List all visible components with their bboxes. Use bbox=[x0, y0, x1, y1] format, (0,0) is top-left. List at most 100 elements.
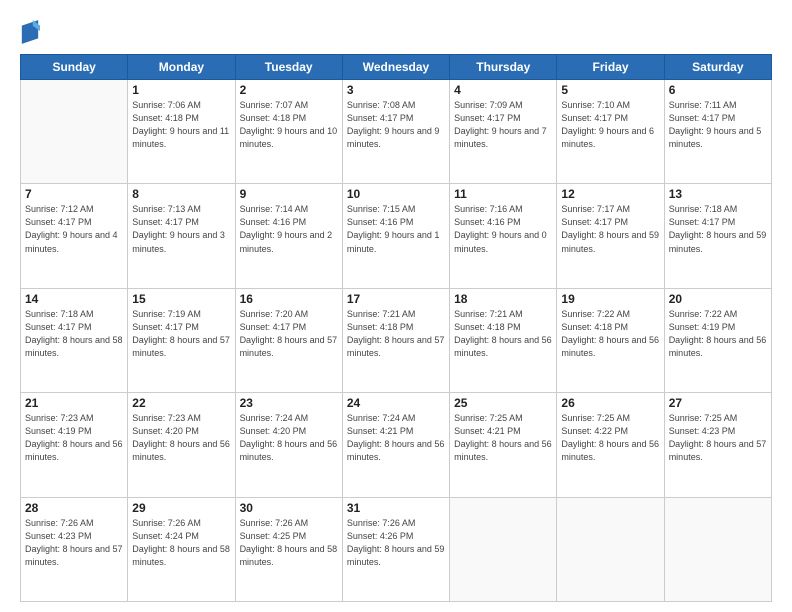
day-number: 6 bbox=[669, 83, 767, 97]
calendar-cell: 30 Sunrise: 7:26 AMSunset: 4:25 PMDayligh… bbox=[235, 497, 342, 601]
day-number: 5 bbox=[561, 83, 659, 97]
cell-info: Sunrise: 7:10 AMSunset: 4:17 PMDaylight:… bbox=[561, 100, 654, 149]
calendar-cell: 16Sunrise: 7:20 AMSunset: 4:17 PMDayligh… bbox=[235, 288, 342, 392]
calendar-header-row: SundayMondayTuesdayWednesdayThursdayFrid… bbox=[21, 55, 772, 80]
day-number: 4 bbox=[454, 83, 552, 97]
day-number: 29 bbox=[132, 501, 230, 515]
cell-info: Sunrise: 7:25 AMSunset: 4:21 PMDaylight:… bbox=[454, 413, 552, 462]
cell-info: Sunrise: 7:21 AMSunset: 4:18 PMDaylight:… bbox=[454, 309, 552, 358]
calendar-cell: 19Sunrise: 7:22 AMSunset: 4:18 PMDayligh… bbox=[557, 288, 664, 392]
calendar-weekday-friday: Friday bbox=[557, 55, 664, 80]
cell-info: Sunrise: 7:09 AMSunset: 4:17 PMDaylight:… bbox=[454, 100, 547, 149]
calendar-cell bbox=[21, 80, 128, 184]
calendar-cell: 9 Sunrise: 7:14 AMSunset: 4:16 PMDaylight… bbox=[235, 184, 342, 288]
cell-info: Sunrise: 7:19 AMSunset: 4:17 PMDaylight:… bbox=[132, 309, 230, 358]
calendar-table: SundayMondayTuesdayWednesdayThursdayFrid… bbox=[20, 54, 772, 602]
day-number: 14 bbox=[25, 292, 123, 306]
calendar-weekday-wednesday: Wednesday bbox=[342, 55, 449, 80]
calendar-weekday-monday: Monday bbox=[128, 55, 235, 80]
calendar-cell: 5 Sunrise: 7:10 AMSunset: 4:17 PMDaylight… bbox=[557, 80, 664, 184]
cell-info: Sunrise: 7:26 AMSunset: 4:26 PMDaylight:… bbox=[347, 518, 445, 567]
day-number: 19 bbox=[561, 292, 659, 306]
calendar-cell: 11 Sunrise: 7:16 AMSunset: 4:16 PMDayligh… bbox=[450, 184, 557, 288]
calendar-cell: 12 Sunrise: 7:17 AMSunset: 4:17 PMDayligh… bbox=[557, 184, 664, 288]
cell-info: Sunrise: 7:08 AMSunset: 4:17 PMDaylight:… bbox=[347, 100, 440, 149]
calendar-cell: 4 Sunrise: 7:09 AMSunset: 4:17 PMDaylight… bbox=[450, 80, 557, 184]
day-number: 15 bbox=[132, 292, 230, 306]
calendar-cell: 26Sunrise: 7:25 AMSunset: 4:22 PMDayligh… bbox=[557, 393, 664, 497]
calendar-cell: 22 Sunrise: 7:23 AMSunset: 4:20 PMDayligh… bbox=[128, 393, 235, 497]
logo-icon bbox=[20, 18, 40, 46]
calendar-cell: 14 Sunrise: 7:18 AMSunset: 4:17 PMDayligh… bbox=[21, 288, 128, 392]
calendar-weekday-sunday: Sunday bbox=[21, 55, 128, 80]
day-number: 17 bbox=[347, 292, 445, 306]
day-number: 31 bbox=[347, 501, 445, 515]
calendar-cell: 8Sunrise: 7:13 AMSunset: 4:17 PMDaylight… bbox=[128, 184, 235, 288]
day-number: 10 bbox=[347, 187, 445, 201]
calendar-cell: 31 Sunrise: 7:26 AMSunset: 4:26 PMDayligh… bbox=[342, 497, 449, 601]
calendar-cell bbox=[664, 497, 771, 601]
cell-info: Sunrise: 7:13 AMSunset: 4:17 PMDaylight:… bbox=[132, 204, 225, 253]
cell-info: Sunrise: 7:26 AMSunset: 4:23 PMDaylight:… bbox=[25, 518, 123, 567]
calendar-cell: 13 Sunrise: 7:18 AMSunset: 4:17 PMDayligh… bbox=[664, 184, 771, 288]
day-number: 7 bbox=[25, 187, 123, 201]
cell-info: Sunrise: 7:24 AMSunset: 4:20 PMDaylight:… bbox=[240, 413, 338, 462]
calendar-cell: 20Sunrise: 7:22 AMSunset: 4:19 PMDayligh… bbox=[664, 288, 771, 392]
day-number: 23 bbox=[240, 396, 338, 410]
cell-info: Sunrise: 7:18 AMSunset: 4:17 PMDaylight:… bbox=[669, 204, 767, 253]
day-number: 1 bbox=[132, 83, 230, 97]
calendar-cell: 10Sunrise: 7:15 AMSunset: 4:16 PMDayligh… bbox=[342, 184, 449, 288]
day-number: 25 bbox=[454, 396, 552, 410]
day-number: 28 bbox=[25, 501, 123, 515]
calendar-week-2: 7Sunrise: 7:12 AMSunset: 4:17 PMDaylight… bbox=[21, 184, 772, 288]
cell-info: Sunrise: 7:07 AMSunset: 4:18 PMDaylight:… bbox=[240, 100, 338, 149]
cell-info: Sunrise: 7:18 AMSunset: 4:17 PMDaylight:… bbox=[25, 309, 123, 358]
day-number: 11 bbox=[454, 187, 552, 201]
calendar-weekday-thursday: Thursday bbox=[450, 55, 557, 80]
cell-info: Sunrise: 7:20 AMSunset: 4:17 PMDaylight:… bbox=[240, 309, 338, 358]
calendar-cell: 3 Sunrise: 7:08 AMSunset: 4:17 PMDaylight… bbox=[342, 80, 449, 184]
cell-info: Sunrise: 7:25 AMSunset: 4:23 PMDaylight:… bbox=[669, 413, 767, 462]
calendar-cell: 29Sunrise: 7:26 AMSunset: 4:24 PMDayligh… bbox=[128, 497, 235, 601]
cell-info: Sunrise: 7:26 AMSunset: 4:25 PMDaylight:… bbox=[240, 518, 338, 567]
calendar-weekday-saturday: Saturday bbox=[664, 55, 771, 80]
calendar-cell: 15 Sunrise: 7:19 AMSunset: 4:17 PMDayligh… bbox=[128, 288, 235, 392]
calendar-cell: 27 Sunrise: 7:25 AMSunset: 4:23 PMDayligh… bbox=[664, 393, 771, 497]
calendar-cell: 23 Sunrise: 7:24 AMSunset: 4:20 PMDayligh… bbox=[235, 393, 342, 497]
cell-info: Sunrise: 7:14 AMSunset: 4:16 PMDaylight:… bbox=[240, 204, 333, 253]
calendar-cell: 7Sunrise: 7:12 AMSunset: 4:17 PMDaylight… bbox=[21, 184, 128, 288]
calendar-week-4: 21 Sunrise: 7:23 AMSunset: 4:19 PMDayligh… bbox=[21, 393, 772, 497]
day-number: 22 bbox=[132, 396, 230, 410]
day-number: 21 bbox=[25, 396, 123, 410]
day-number: 26 bbox=[561, 396, 659, 410]
day-number: 13 bbox=[669, 187, 767, 201]
day-number: 30 bbox=[240, 501, 338, 515]
day-number: 27 bbox=[669, 396, 767, 410]
page: SundayMondayTuesdayWednesdayThursdayFrid… bbox=[0, 0, 792, 612]
day-number: 12 bbox=[561, 187, 659, 201]
cell-info: Sunrise: 7:24 AMSunset: 4:21 PMDaylight:… bbox=[347, 413, 445, 462]
day-number: 3 bbox=[347, 83, 445, 97]
calendar-weekday-tuesday: Tuesday bbox=[235, 55, 342, 80]
cell-info: Sunrise: 7:16 AMSunset: 4:16 PMDaylight:… bbox=[454, 204, 547, 253]
header bbox=[20, 18, 772, 46]
calendar-week-3: 14 Sunrise: 7:18 AMSunset: 4:17 PMDayligh… bbox=[21, 288, 772, 392]
calendar-cell bbox=[450, 497, 557, 601]
day-number: 2 bbox=[240, 83, 338, 97]
calendar-cell: 1 Sunrise: 7:06 AMSunset: 4:18 PMDaylight… bbox=[128, 80, 235, 184]
cell-info: Sunrise: 7:23 AMSunset: 4:19 PMDaylight:… bbox=[25, 413, 123, 462]
calendar-cell: 2 Sunrise: 7:07 AMSunset: 4:18 PMDaylight… bbox=[235, 80, 342, 184]
calendar-cell: 28 Sunrise: 7:26 AMSunset: 4:23 PMDayligh… bbox=[21, 497, 128, 601]
calendar-cell: 25 Sunrise: 7:25 AMSunset: 4:21 PMDayligh… bbox=[450, 393, 557, 497]
day-number: 24 bbox=[347, 396, 445, 410]
day-number: 18 bbox=[454, 292, 552, 306]
day-number: 20 bbox=[669, 292, 767, 306]
cell-info: Sunrise: 7:06 AMSunset: 4:18 PMDaylight:… bbox=[132, 100, 229, 149]
day-number: 9 bbox=[240, 187, 338, 201]
cell-info: Sunrise: 7:17 AMSunset: 4:17 PMDaylight:… bbox=[561, 204, 659, 253]
calendar-cell: 17Sunrise: 7:21 AMSunset: 4:18 PMDayligh… bbox=[342, 288, 449, 392]
calendar-week-5: 28 Sunrise: 7:26 AMSunset: 4:23 PMDayligh… bbox=[21, 497, 772, 601]
cell-info: Sunrise: 7:23 AMSunset: 4:20 PMDaylight:… bbox=[132, 413, 230, 462]
calendar-cell: 21 Sunrise: 7:23 AMSunset: 4:19 PMDayligh… bbox=[21, 393, 128, 497]
calendar-cell bbox=[557, 497, 664, 601]
